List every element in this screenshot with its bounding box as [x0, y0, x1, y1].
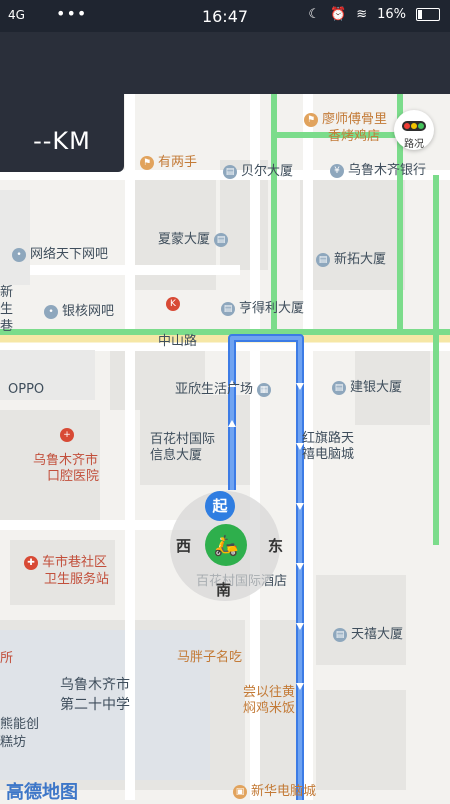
poi-label-huangmen-2: 焖鸡米饭	[243, 701, 296, 716]
building-icon: ▤	[333, 627, 347, 642]
poi-label-bei-er-da-sha[interactable]: ▤ 贝尔大厦	[223, 160, 293, 179]
poi-label-chesi-2: 卫生服务站	[44, 572, 110, 587]
traffic-light-icon	[402, 121, 426, 131]
map-logo: 高德地图	[6, 782, 78, 803]
restaurant-icon: ⚑	[140, 155, 154, 170]
poi-label-xin-sheng-3: 巷	[0, 319, 14, 334]
direction-east: 东	[268, 537, 284, 555]
clinic-icon: ✚	[24, 555, 38, 570]
poi-label-yaxin[interactable]: 亚欣生活广场 ▦	[175, 378, 275, 397]
poi-label-you-liang-shou[interactable]: ⚑ 有两手	[140, 151, 197, 170]
poi-label-yinhe[interactable]: • 银核网吧	[44, 300, 114, 319]
kfc-icon[interactable]: K	[166, 296, 184, 311]
alarm-icon: ⏰	[330, 7, 347, 22]
poi-label-mapangzi[interactable]: 马胖子名吃	[177, 646, 242, 665]
bank-icon: ¥	[330, 163, 344, 178]
poi-label-xintuo[interactable]: ▤ 新拓大厦	[316, 248, 386, 267]
poi-label-xiameng[interactable]: 夏蒙大厦 ▤	[158, 228, 232, 247]
hospital-icon[interactable]: +	[60, 427, 78, 442]
start-marker[interactable]: 起	[205, 491, 235, 521]
traffic-button[interactable]: 路况	[394, 110, 434, 150]
shopping-icon: ▦	[257, 382, 272, 397]
poi-label-hongqi-2: 禧电脑城	[302, 447, 355, 462]
poi-label-tianxi[interactable]: ▤ 天禧大厦	[333, 623, 403, 642]
direction-south: 南	[216, 581, 232, 599]
road-label-zhongshan: 中山路	[158, 334, 198, 349]
direction-west: 西	[176, 537, 192, 555]
status-bar: 4G ••• 16:47 ☾ ⏰ ≋ 16%	[0, 0, 450, 32]
building-icon: ▤	[221, 301, 235, 316]
poi-label-suo: 所	[0, 651, 14, 666]
traffic-label: 路况	[404, 139, 424, 150]
poi-label-xiongpan-1[interactable]: 熊能创	[0, 713, 39, 732]
building-icon: ▤	[316, 252, 330, 267]
poi-label-hengdeli[interactable]: ▤ 亨得利大厦	[221, 297, 304, 316]
building-icon: ▤	[214, 232, 229, 247]
courier-icon[interactable]: 🛵	[205, 524, 247, 566]
poi-label-xiongpan-2: 糕坊	[0, 735, 27, 750]
computer-icon: ▣	[233, 784, 247, 799]
poi-label-wangluo[interactable]: • 网络天下网吧	[12, 243, 108, 262]
poi-label-kouqiang-2: 口腔医院	[47, 469, 100, 484]
internet-cafe-icon: •	[12, 247, 26, 262]
poi-label-school-2: 第二十中学	[60, 697, 130, 713]
wifi-icon: ≋	[356, 7, 368, 22]
status-icons: ☾ ⏰ ≋ 16%	[308, 7, 440, 22]
battery-icon	[416, 8, 440, 21]
poi-label-liaoshifu-2: 香烤鸡店	[328, 129, 381, 144]
internet-cafe-icon: •	[44, 304, 58, 319]
poi-label-bank[interactable]: ¥ 乌鲁木齐银行	[330, 159, 426, 178]
distance-value: --KM	[33, 127, 91, 155]
battery-percent: 16%	[377, 7, 406, 22]
poi-label-jianyin[interactable]: ▤ 建银大厦	[332, 376, 402, 395]
restaurant-icon: ⚑	[304, 112, 318, 127]
building-icon: ▤	[332, 380, 346, 395]
poi-label-xinhua[interactable]: ▣ 新华电脑城	[233, 780, 316, 799]
poi-label-xinxi-2: 信息大厦	[150, 448, 203, 463]
building-icon: ▤	[223, 164, 237, 179]
moon-icon: ☾	[308, 7, 320, 22]
distance-card: --KM	[0, 32, 124, 172]
poi-label-oppo[interactable]: OPPO	[8, 382, 44, 397]
poi-label-school-1[interactable]: 乌鲁木齐市	[60, 674, 130, 694]
